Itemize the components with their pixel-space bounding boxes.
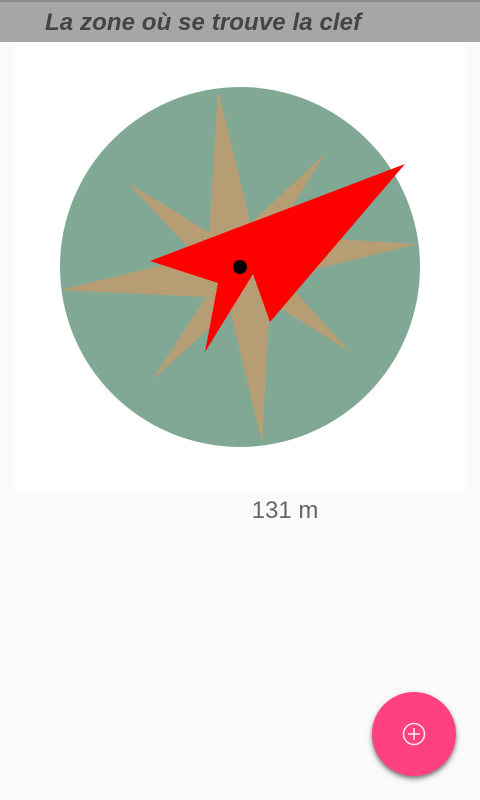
compass-panel bbox=[15, 42, 465, 492]
add-button[interactable] bbox=[372, 692, 456, 776]
compass-pivot bbox=[233, 260, 247, 274]
page-title: La zone où se trouve la clef bbox=[45, 9, 362, 36]
add-circle-icon bbox=[402, 722, 426, 746]
distance-label: 131 m bbox=[251, 497, 319, 524]
title-bar: La zone où se trouve la clef bbox=[0, 0, 480, 42]
screen: La zone où se trouve la clef 131 m bbox=[0, 0, 480, 800]
compass-icon bbox=[60, 87, 420, 447]
